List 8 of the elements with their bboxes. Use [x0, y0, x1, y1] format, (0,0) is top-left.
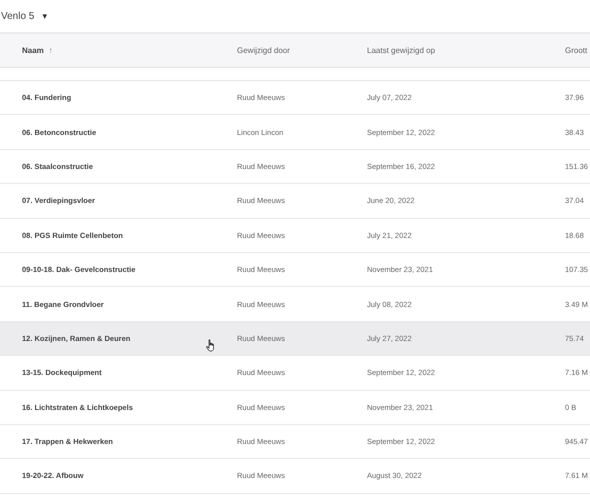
column-header[interactable]: Naam	[22, 46, 44, 55]
folder-title[interactable]: Venlo 5	[1, 10, 34, 22]
hand-cursor-icon	[206, 338, 216, 352]
column-header[interactable]: Laatst gewijzigd op	[367, 46, 436, 55]
column-header[interactable]: Groott	[565, 46, 588, 55]
dropdown-caret[interactable]: ▾	[42, 11, 48, 21]
column-header[interactable]: Gewijzigd door	[237, 46, 290, 55]
sort-arrow[interactable]: ↑	[48, 46, 53, 55]
